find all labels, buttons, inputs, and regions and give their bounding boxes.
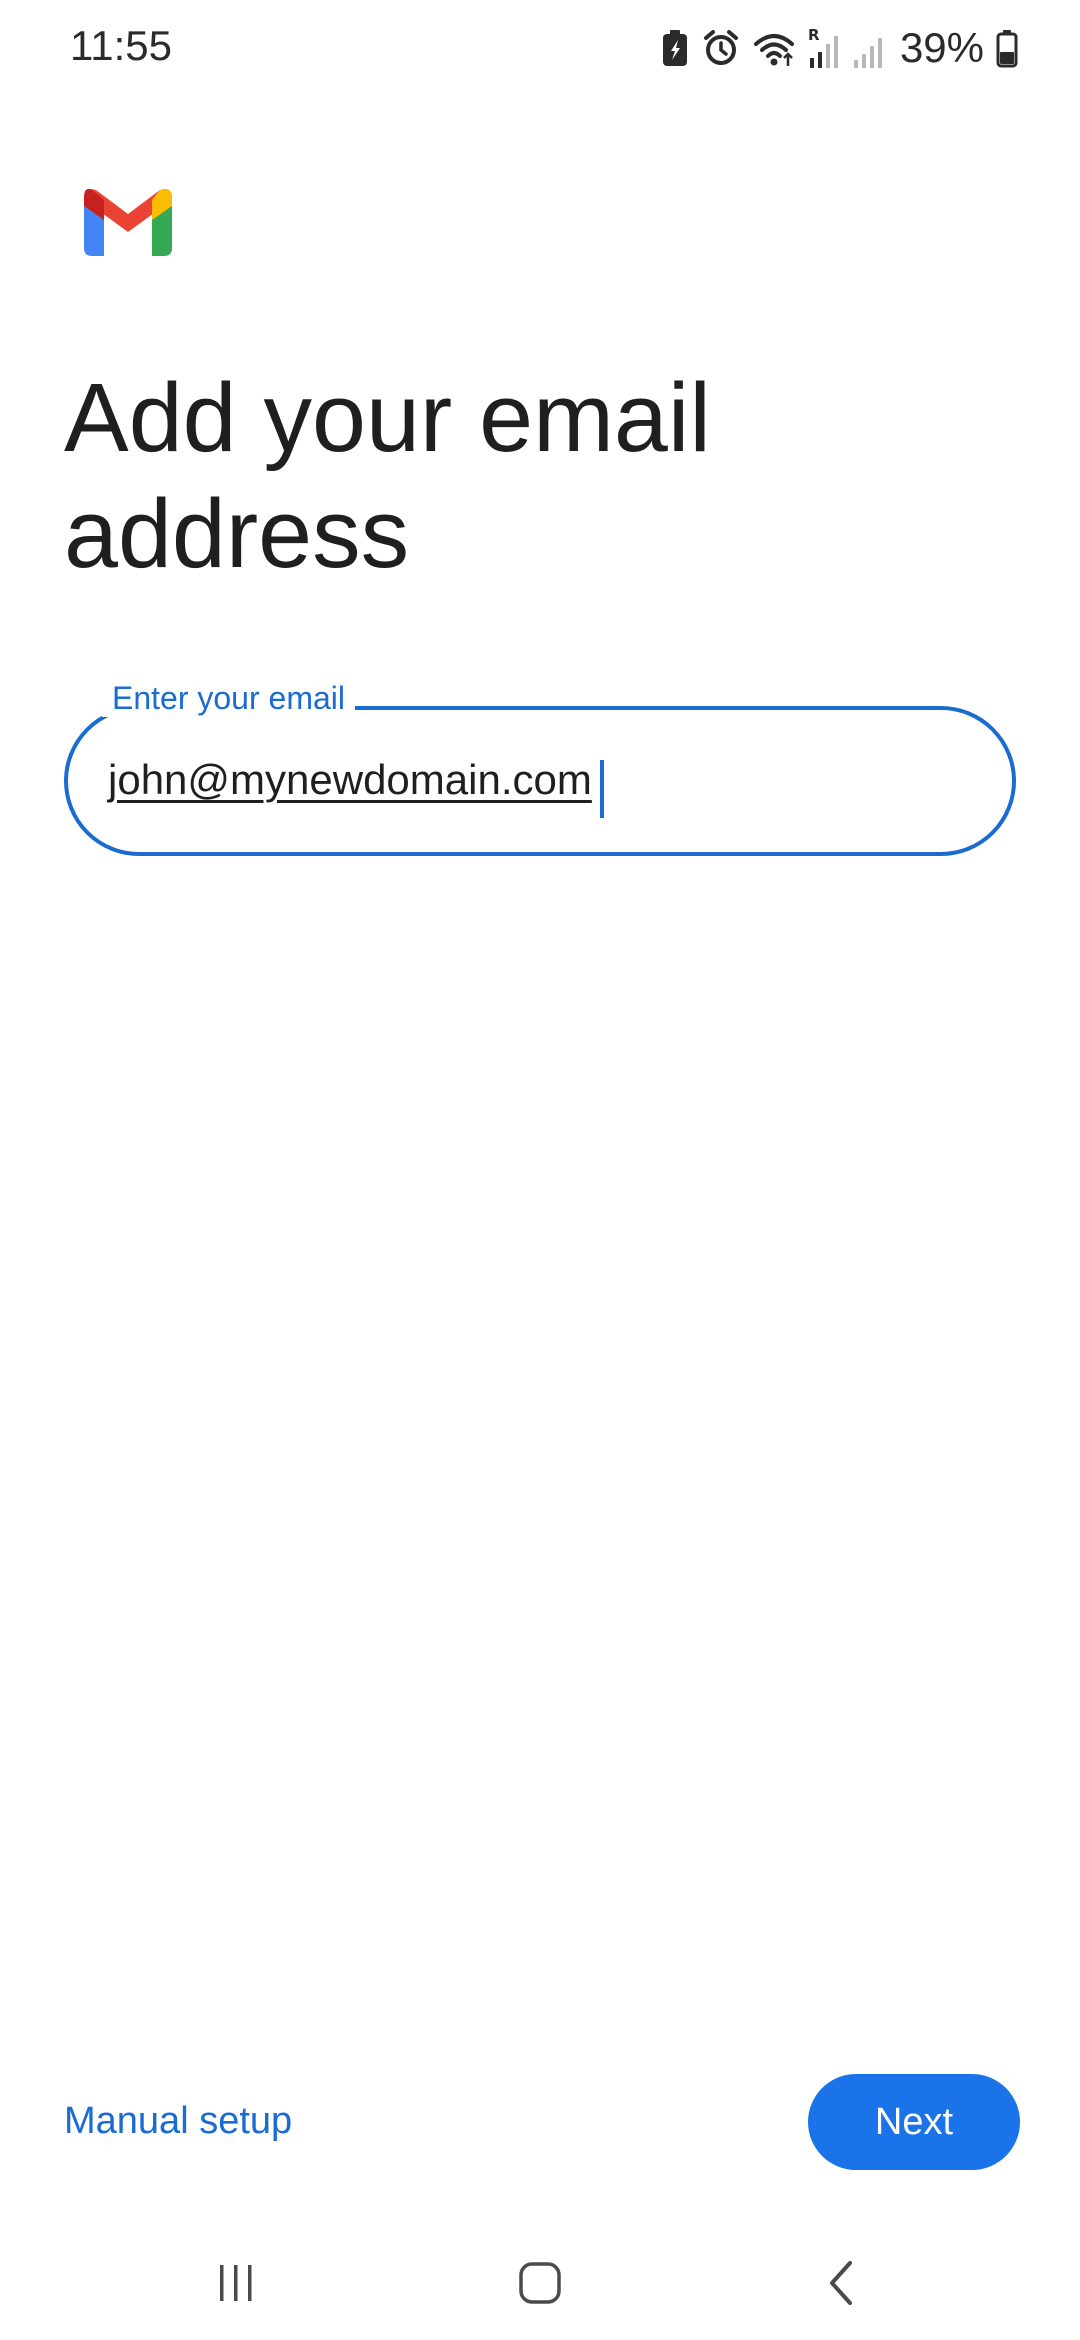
- svg-text:R: R: [808, 26, 820, 44]
- battery-percent: 39%: [899, 24, 984, 71]
- recent-apps-icon: [214, 2261, 258, 2310]
- recent-apps-button[interactable]: [196, 2250, 276, 2320]
- back-button[interactable]: [802, 2250, 882, 2320]
- next-button[interactable]: Next: [808, 2074, 1020, 2170]
- status-time: 11:55: [70, 22, 172, 69]
- page-title: Add your email address: [64, 363, 711, 588]
- email-input[interactable]: john@mynewdomain.com: [108, 756, 592, 804]
- home-icon: [517, 2260, 563, 2311]
- alarm-icon: [702, 28, 740, 68]
- email-field-label: Enter your email: [102, 680, 355, 717]
- text-cursor: [599, 760, 604, 818]
- battery-icon: [996, 28, 1018, 68]
- signal-roaming-icon: R: [808, 26, 840, 70]
- back-icon: [824, 2259, 860, 2312]
- navigation-bar: [0, 2220, 1080, 2340]
- home-button[interactable]: [500, 2250, 580, 2320]
- status-bar: 11:55 R 39%: [0, 0, 1080, 100]
- email-input-value: john@mynewdomain.com: [108, 756, 592, 803]
- wifi-icon: [752, 28, 796, 68]
- gmail-logo: [84, 186, 172, 256]
- signal-icon: [852, 26, 884, 70]
- status-icons: R 39%: [660, 22, 1018, 74]
- email-field[interactable]: Enter your email john@mynewdomain.com: [64, 680, 1016, 856]
- manual-setup-button[interactable]: Manual setup: [64, 2100, 292, 2143]
- battery-saver-icon: [660, 28, 690, 68]
